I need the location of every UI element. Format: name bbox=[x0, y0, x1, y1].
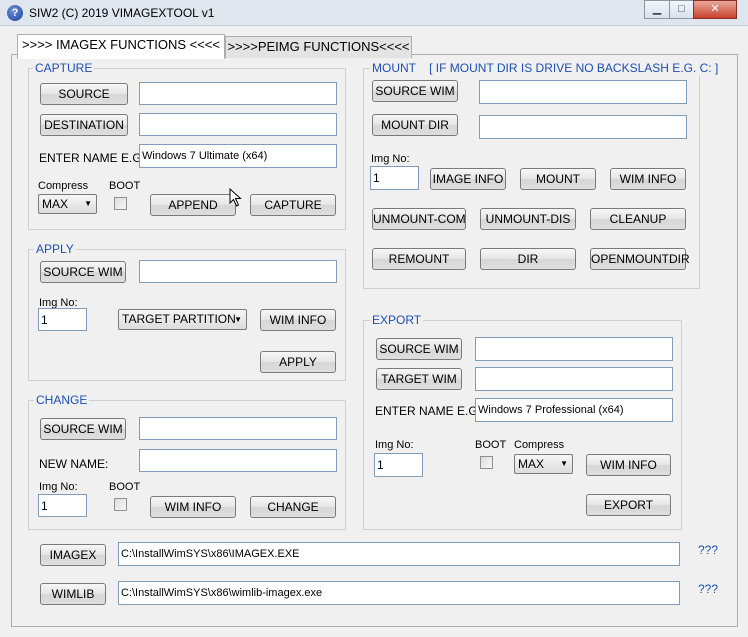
capture-compress-value: MAX bbox=[42, 197, 69, 211]
mount-title: MOUNT [ IF MOUNT DIR IS DRIVE NO BACKSLA… bbox=[370, 61, 721, 75]
export-name-input[interactable] bbox=[475, 398, 673, 422]
change-source-wim-button[interactable]: SOURCE WIM bbox=[40, 418, 126, 440]
new-name-label: NEW NAME: bbox=[39, 457, 109, 471]
export-img-no-input[interactable] bbox=[374, 453, 423, 477]
chevron-down-icon: ▼ bbox=[560, 459, 568, 468]
mount-dir-input[interactable] bbox=[479, 115, 687, 139]
target-partition-select[interactable]: TARGET PARTITION ▼ bbox=[118, 309, 247, 330]
capture-compress-select[interactable]: MAX ▼ bbox=[38, 194, 97, 214]
target-wim-button[interactable]: TARGET WIM bbox=[376, 368, 462, 390]
apply-title: APPLY bbox=[34, 242, 76, 256]
mouse-pointer-icon bbox=[229, 188, 242, 207]
chevron-down-icon: ▼ bbox=[234, 315, 242, 324]
change-source-wim-input[interactable] bbox=[139, 417, 337, 440]
wimlib-button[interactable]: WIMLIB bbox=[40, 583, 106, 605]
mount-source-wim-button[interactable]: SOURCE WIM bbox=[372, 80, 458, 102]
tab-imagex-functions[interactable]: >>>> IMAGEX FUNCTIONS <<<< bbox=[17, 34, 225, 59]
mount-dir-button[interactable]: MOUNT DIR bbox=[372, 114, 458, 136]
unmount-dis-button[interactable]: UNMOUNT-DIS bbox=[480, 208, 576, 230]
image-info-button[interactable]: IMAGE INFO bbox=[430, 168, 506, 190]
apply-img-no-input[interactable] bbox=[38, 308, 87, 331]
close-button[interactable]: ✕ bbox=[693, 0, 737, 19]
export-wim-info-button[interactable]: WIM INFO bbox=[586, 454, 671, 476]
imagex-path-input[interactable] bbox=[118, 542, 680, 566]
export-boot-label: BOOT bbox=[475, 439, 507, 451]
apply-source-wim-button[interactable]: SOURCE WIM bbox=[40, 261, 126, 283]
export-title: EXPORT bbox=[370, 313, 424, 327]
window-title: SIW2 (C) 2019 VIMAGEXTOOL v1 bbox=[29, 6, 215, 20]
export-compress-select[interactable]: MAX ▼ bbox=[514, 454, 573, 474]
target-partition-value: TARGET PARTITION bbox=[122, 312, 236, 326]
capture-boot-checkbox[interactable] bbox=[114, 197, 127, 210]
export-source-wim-button[interactable]: SOURCE WIM bbox=[376, 338, 462, 360]
export-compress-value: MAX bbox=[518, 457, 545, 471]
mount-img-no-input[interactable] bbox=[370, 166, 419, 190]
help-question-icon: ? bbox=[7, 5, 23, 21]
openmountdir-button[interactable]: OPENMOUNTDIR bbox=[590, 248, 690, 270]
apply-source-wim-input[interactable] bbox=[139, 260, 337, 283]
export-img-no-label: Img No: bbox=[375, 439, 414, 451]
imagex-button[interactable]: IMAGEX bbox=[40, 544, 106, 566]
export-boot-checkbox[interactable] bbox=[480, 456, 493, 469]
change-boot-checkbox[interactable] bbox=[114, 498, 127, 511]
change-title: CHANGE bbox=[34, 393, 90, 407]
change-img-no-input[interactable] bbox=[38, 494, 87, 517]
capture-destination-input[interactable] bbox=[139, 113, 337, 136]
export-enter-name-label: ENTER NAME E.G.: bbox=[375, 404, 485, 418]
tab-peimg-functions[interactable]: >>>>PEIMG FUNCTIONS<<<< bbox=[225, 36, 412, 58]
wimlib-path-input[interactable] bbox=[118, 581, 680, 605]
change-img-no-label: Img No: bbox=[39, 481, 78, 493]
change-wim-info-button[interactable]: WIM INFO bbox=[150, 496, 236, 518]
cleanup-button[interactable]: CLEANUP bbox=[590, 208, 686, 230]
change-boot-label: BOOT bbox=[109, 481, 141, 493]
capture-boot-label: BOOT bbox=[109, 180, 141, 192]
remount-button[interactable]: REMOUNT bbox=[372, 248, 466, 270]
append-button[interactable]: APPEND bbox=[150, 194, 236, 216]
mount-source-wim-input[interactable] bbox=[479, 80, 687, 104]
export-source-wim-input[interactable] bbox=[475, 337, 673, 361]
capture-source-button[interactable]: SOURCE bbox=[40, 83, 128, 105]
mount-button[interactable]: MOUNT bbox=[520, 168, 596, 190]
unmount-com-button[interactable]: UNMOUNT-COM bbox=[372, 208, 466, 230]
chevron-down-icon: ▼ bbox=[84, 199, 92, 208]
apply-wim-info-button[interactable]: WIM INFO bbox=[260, 309, 336, 331]
dir-button[interactable]: DIR bbox=[480, 248, 576, 270]
capture-name-input[interactable] bbox=[139, 144, 337, 168]
mount-img-no-label: Img No: bbox=[371, 153, 410, 165]
capture-source-input[interactable] bbox=[139, 82, 337, 105]
capture-destination-button[interactable]: DESTINATION bbox=[40, 114, 128, 136]
change-button[interactable]: CHANGE bbox=[250, 496, 336, 518]
capture-compress-label: Compress bbox=[38, 180, 89, 192]
imagex-help-link[interactable]: ??? bbox=[698, 543, 718, 557]
apply-button[interactable]: APPLY bbox=[260, 351, 336, 373]
capture-button[interactable]: CAPTURE bbox=[250, 194, 336, 216]
maximize-button[interactable]: □ bbox=[669, 0, 694, 19]
mount-wim-info-button[interactable]: WIM INFO bbox=[610, 168, 686, 190]
capture-enter-name-label: ENTER NAME E.G.: bbox=[39, 151, 149, 165]
export-compress-label: Compress bbox=[514, 439, 565, 451]
target-wim-input[interactable] bbox=[475, 367, 673, 391]
minimize-button[interactable]: ▁ bbox=[644, 0, 670, 19]
export-button[interactable]: EXPORT bbox=[586, 494, 671, 516]
capture-title: CAPTURE bbox=[33, 61, 95, 75]
new-name-input[interactable] bbox=[139, 449, 337, 472]
wimlib-help-link[interactable]: ??? bbox=[698, 582, 718, 596]
